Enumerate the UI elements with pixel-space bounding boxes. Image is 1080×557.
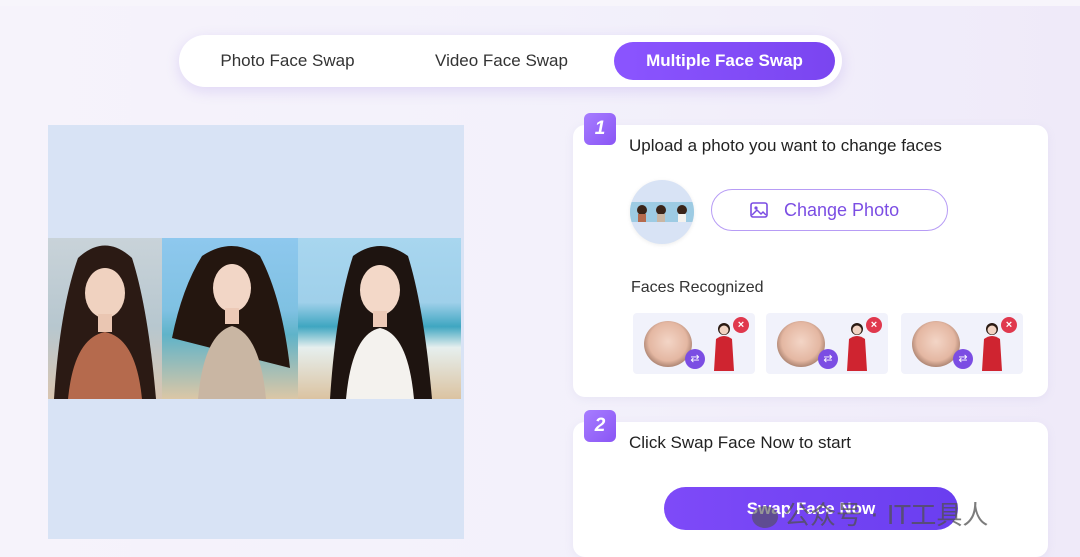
tab-video-face-swap[interactable]: Video Face Swap [413, 42, 590, 80]
step2-badge: 2 [584, 410, 616, 442]
swap-arrows-icon: ⇄ [953, 349, 973, 369]
step1-title: Upload a photo you want to change faces [629, 136, 942, 155]
face-pair-1[interactable]: ⇄ × [633, 313, 755, 374]
step2-title: Click Swap Face Now to start [629, 433, 852, 452]
uploaded-photo-thumbnail[interactable] [630, 180, 694, 244]
tab-photo-face-swap[interactable]: Photo Face Swap [199, 42, 376, 80]
change-photo-button[interactable]: Change Photo [711, 189, 948, 231]
remove-face-2-icon[interactable]: × [866, 317, 882, 333]
preview-photo-3 [298, 238, 461, 399]
image-icon [750, 202, 768, 223]
face-pair-2[interactable]: ⇄ × [766, 313, 888, 374]
remove-face-3-icon[interactable]: × [1001, 317, 1017, 333]
watermark-text: 公众号 · IT工具人 [784, 501, 989, 531]
mode-tabs: Photo Face Swap Video Face Swap Multiple… [179, 35, 842, 87]
preview-photo-1 [48, 238, 162, 399]
watermark: 公众号 · IT工具人 [752, 495, 988, 532]
swap-arrows-icon: ⇄ [685, 349, 705, 369]
tab-multiple-face-swap[interactable]: Multiple Face Swap [614, 42, 835, 80]
preview-image [48, 238, 461, 399]
step1-badge: 1 [584, 113, 616, 145]
wechat-icon [752, 505, 778, 528]
faces-recognized-title: Faces Recognized [631, 279, 764, 296]
face-pair-3[interactable]: ⇄ × [901, 313, 1023, 374]
remove-face-1-icon[interactable]: × [733, 317, 749, 333]
preview-photo-2 [162, 238, 298, 399]
top-strip [0, 0, 1080, 6]
change-photo-label: Change Photo [784, 200, 900, 220]
swap-arrows-icon: ⇄ [818, 349, 838, 369]
